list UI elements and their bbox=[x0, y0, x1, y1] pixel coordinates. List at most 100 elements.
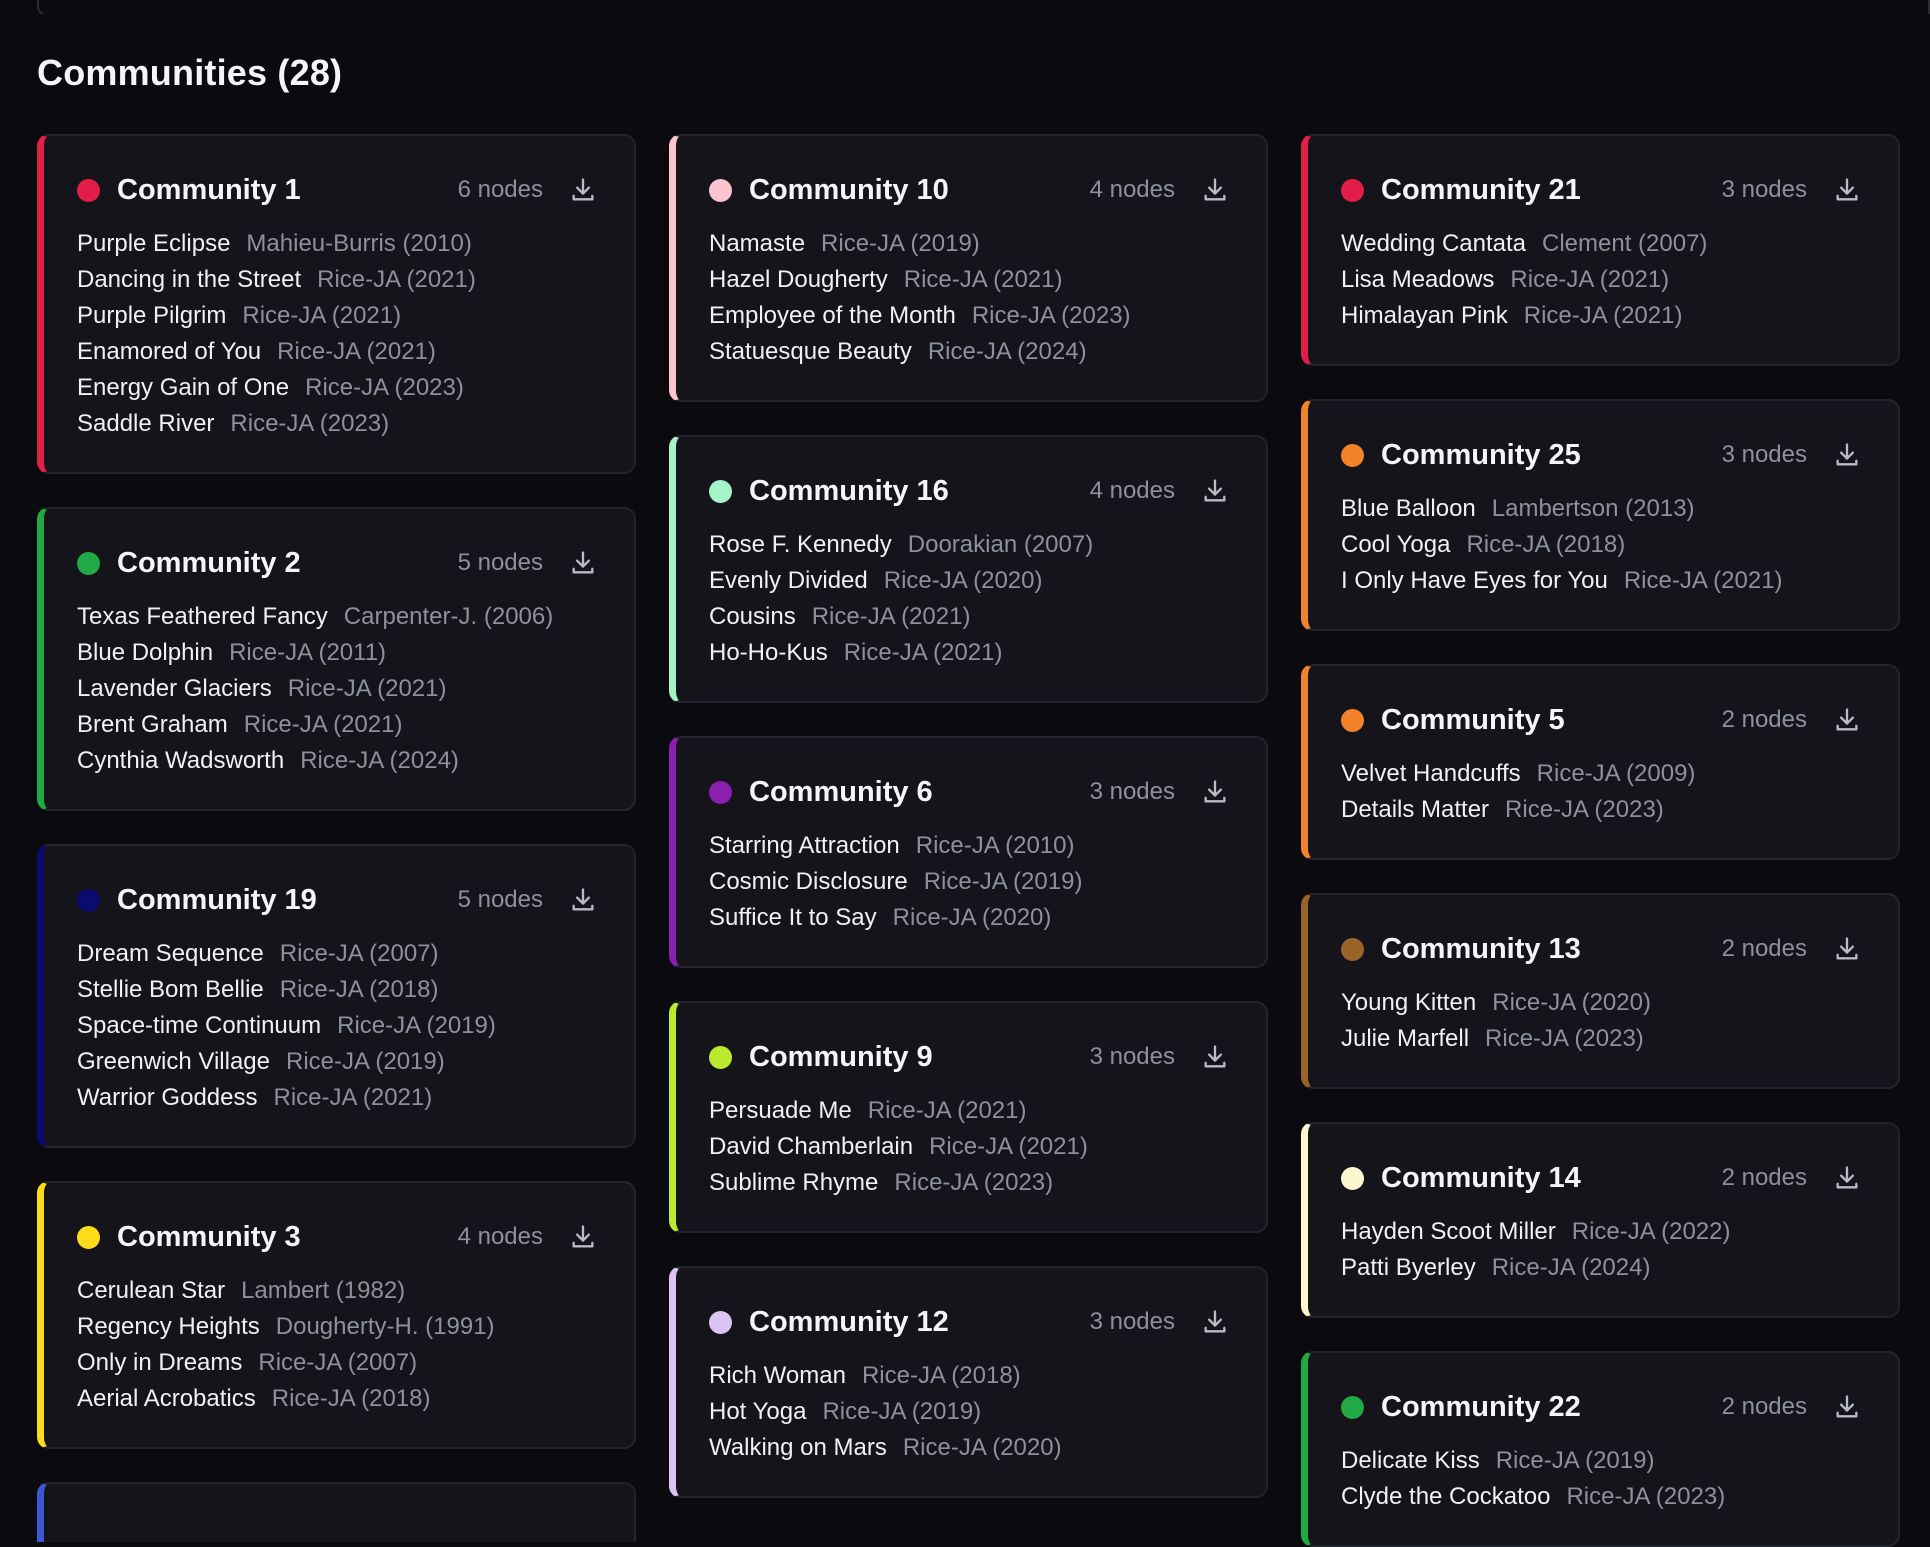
member-name[interactable]: Hayden Scoot Miller bbox=[1341, 1218, 1556, 1245]
member-name[interactable]: Purple Pilgrim bbox=[77, 302, 226, 329]
node-count: 3 nodes bbox=[1721, 176, 1807, 203]
download-icon[interactable] bbox=[568, 175, 598, 205]
member-name[interactable]: Velvet Handcuffs bbox=[1341, 760, 1521, 787]
community-title: Community 22 bbox=[1381, 1390, 1581, 1423]
download-icon[interactable] bbox=[1832, 440, 1862, 470]
community-title: Community 10 bbox=[749, 173, 949, 206]
community-member-list: Wedding Cantata Clement (2007) Lisa Meadow… bbox=[1341, 226, 1862, 334]
member-name[interactable]: Stellie Bom Bellie bbox=[77, 976, 264, 1003]
member-name[interactable]: Saddle River bbox=[77, 410, 214, 437]
member-name[interactable]: Sublime Rhyme bbox=[709, 1169, 878, 1196]
community-card-community-16: Community 16 4 nodes Rose F. Kennedy Doorak… bbox=[669, 435, 1268, 703]
download-icon[interactable] bbox=[1200, 1042, 1230, 1072]
member-name[interactable]: Employee of the Month bbox=[709, 302, 956, 329]
member-hybridizer-year: Rice-JA (2021) bbox=[811, 603, 971, 630]
community-title: Community 16 bbox=[749, 474, 949, 507]
member-hybridizer-year: Rice-JA (2023) bbox=[305, 374, 464, 401]
community-member: I Only Have Eyes for You Rice-JA (2021) bbox=[1341, 563, 1862, 599]
download-icon[interactable] bbox=[1832, 705, 1862, 735]
member-name[interactable]: David Chamberlain bbox=[709, 1133, 913, 1160]
download-icon[interactable] bbox=[1200, 476, 1230, 506]
member-name[interactable]: I Only Have Eyes for You bbox=[1341, 567, 1608, 594]
member-hybridizer-year: Rice-JA (2021) bbox=[1623, 567, 1783, 594]
member-name[interactable]: Wedding Cantata bbox=[1341, 230, 1526, 257]
member-hybridizer-year: Rice-JA (2010) bbox=[915, 832, 1075, 859]
community-title: Community 1 bbox=[117, 173, 301, 206]
member-name[interactable]: Space-time Continuum bbox=[77, 1012, 321, 1039]
member-hybridizer-year: Rice-JA (2019) bbox=[1495, 1447, 1655, 1474]
download-icon[interactable] bbox=[568, 1222, 598, 1252]
community-color-dot bbox=[1341, 178, 1364, 202]
member-name[interactable]: Cool Yoga bbox=[1341, 531, 1450, 558]
member-name[interactable]: Blue Dolphin bbox=[77, 639, 213, 666]
member-name[interactable]: Delicate Kiss bbox=[1341, 1447, 1480, 1474]
member-name[interactable]: Lavender Glaciers bbox=[77, 675, 272, 702]
member-name[interactable]: Ho-Ho-Kus bbox=[709, 639, 828, 666]
member-name[interactable]: Hazel Dougherty bbox=[709, 266, 888, 293]
community-card-community-12: Community 12 3 nodes Rich Woman Rice-JA (20… bbox=[669, 1266, 1268, 1498]
member-hybridizer-year: Rice-JA (2018) bbox=[279, 976, 439, 1003]
member-name[interactable]: Starring Attraction bbox=[709, 832, 900, 859]
member-name[interactable]: Energy Gain of One bbox=[77, 374, 289, 401]
member-hybridizer-year: Rice-JA (2019) bbox=[821, 230, 980, 257]
download-icon[interactable] bbox=[1200, 777, 1230, 807]
member-name[interactable]: Cousins bbox=[709, 603, 796, 630]
member-name[interactable]: Statuesque Beauty bbox=[709, 338, 912, 365]
member-name[interactable]: Patti Byerley bbox=[1341, 1254, 1476, 1281]
member-name[interactable]: Hot Yoga bbox=[709, 1398, 806, 1425]
member-name[interactable]: Cosmic Disclosure bbox=[709, 868, 908, 895]
member-name[interactable]: Suffice It to Say bbox=[709, 904, 877, 931]
member-name[interactable]: Young Kitten bbox=[1341, 989, 1476, 1016]
download-icon[interactable] bbox=[1832, 1163, 1862, 1193]
member-name[interactable]: Lisa Meadows bbox=[1341, 266, 1494, 293]
node-count: 6 nodes bbox=[457, 176, 543, 203]
member-hybridizer-year: Rice-JA (2021) bbox=[929, 1133, 1088, 1160]
download-icon[interactable] bbox=[568, 885, 598, 915]
download-icon[interactable] bbox=[1200, 175, 1230, 205]
member-name[interactable]: Details Matter bbox=[1341, 796, 1489, 823]
download-icon[interactable] bbox=[1200, 1307, 1230, 1337]
member-name[interactable]: Namaste bbox=[709, 230, 805, 257]
member-hybridizer-year: Rice-JA (2020) bbox=[892, 904, 1052, 931]
member-name[interactable]: Clyde the Cockatoo bbox=[1341, 1483, 1550, 1510]
download-icon[interactable] bbox=[1832, 175, 1862, 205]
member-name[interactable]: Texas Feathered Fancy bbox=[77, 603, 328, 630]
member-name[interactable]: Rich Woman bbox=[709, 1362, 846, 1389]
community-card-community-10: Community 10 4 nodes Namaste Rice-JA (2019)… bbox=[669, 134, 1268, 402]
member-name[interactable]: Rose F. Kennedy bbox=[709, 531, 892, 558]
member-name[interactable]: Walking on Mars bbox=[709, 1434, 887, 1461]
member-hybridizer-year: Rice-JA (2024) bbox=[1491, 1254, 1651, 1281]
member-name[interactable]: Blue Balloon bbox=[1341, 495, 1476, 522]
download-icon[interactable] bbox=[1832, 1392, 1862, 1422]
node-count: 3 nodes bbox=[1089, 1043, 1175, 1070]
member-name[interactable]: Regency Heights bbox=[77, 1313, 260, 1340]
member-name[interactable]: Cynthia Wadsworth bbox=[77, 747, 284, 774]
member-name[interactable]: Persuade Me bbox=[709, 1097, 852, 1124]
community-member: Statuesque Beauty Rice-JA (2024) bbox=[709, 334, 1230, 370]
member-name[interactable]: Dancing in the Street bbox=[77, 266, 301, 293]
community-member: Cynthia Wadsworth Rice-JA (2024) bbox=[77, 743, 598, 779]
member-name[interactable]: Julie Marfell bbox=[1341, 1025, 1469, 1052]
community-member: Energy Gain of One Rice-JA (2023) bbox=[77, 370, 598, 406]
member-name[interactable]: Brent Graham bbox=[77, 711, 228, 738]
community-member: Clyde the Cockatoo Rice-JA (2023) bbox=[1341, 1479, 1862, 1515]
community-member: Brent Graham Rice-JA (2021) bbox=[77, 707, 598, 743]
download-icon[interactable] bbox=[1832, 934, 1862, 964]
member-name[interactable]: Dream Sequence bbox=[77, 940, 264, 967]
member-name[interactable]: Aerial Acrobatics bbox=[77, 1385, 256, 1412]
member-name[interactable]: Cerulean Star bbox=[77, 1277, 225, 1304]
community-title: Community 12 bbox=[749, 1305, 949, 1338]
member-name[interactable]: Only in Dreams bbox=[77, 1349, 242, 1376]
member-name[interactable]: Himalayan Pink bbox=[1341, 302, 1508, 329]
community-card-header: Community 12 3 nodes bbox=[709, 1302, 1230, 1342]
download-icon[interactable] bbox=[568, 548, 598, 578]
member-hybridizer-year: Rice-JA (2019) bbox=[286, 1048, 445, 1075]
top-panel-edge bbox=[0, 0, 1930, 14]
community-card-header: Community 2 5 nodes bbox=[77, 543, 598, 583]
member-name[interactable]: Warrior Goddess bbox=[77, 1084, 258, 1111]
column-3: Community 21 3 nodes Wedding Cantata Clemen… bbox=[1301, 134, 1900, 1547]
member-name[interactable]: Purple Eclipse bbox=[77, 230, 230, 257]
member-name[interactable]: Enamored of You bbox=[77, 338, 261, 365]
member-name[interactable]: Greenwich Village bbox=[77, 1048, 270, 1075]
member-name[interactable]: Evenly Divided bbox=[709, 567, 868, 594]
